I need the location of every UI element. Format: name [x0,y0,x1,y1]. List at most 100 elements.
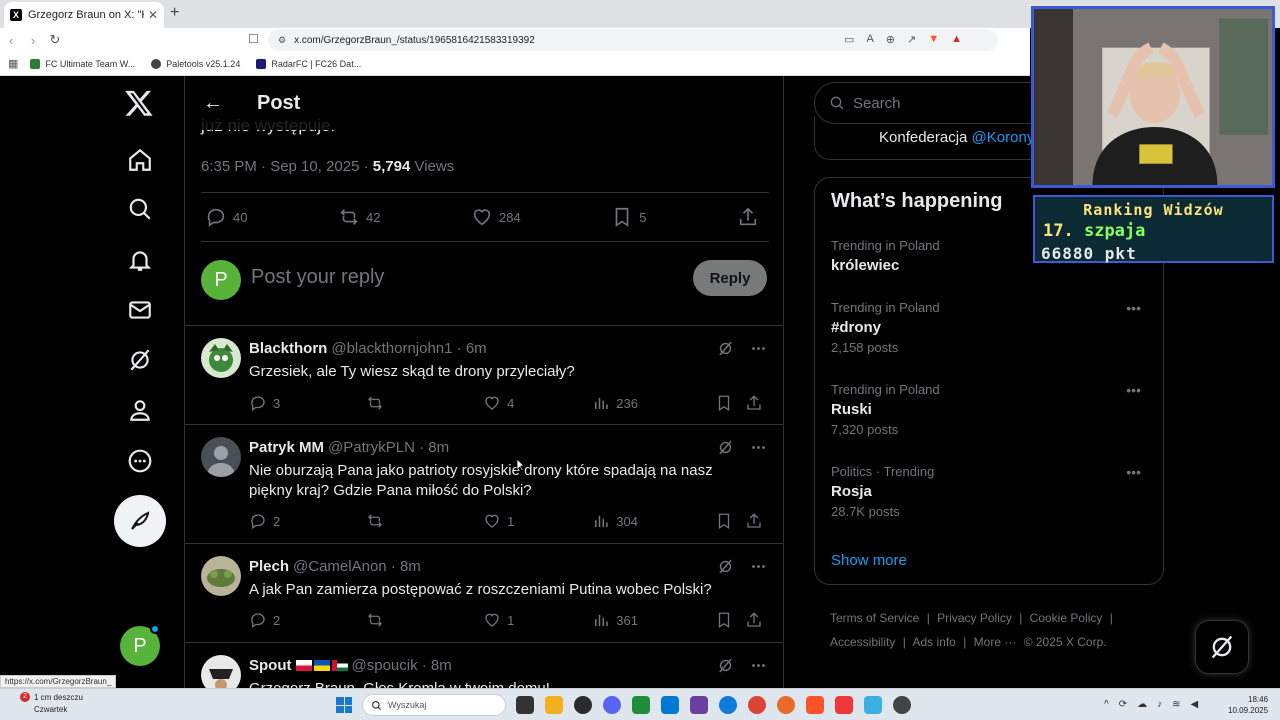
bookmark-item[interactable]: RadarFC | FC26 Dat... [256,58,361,69]
privacy-link[interactable]: Privacy Policy [937,611,1012,625]
nav-home[interactable] [124,144,156,176]
ads-info-link[interactable]: Ads info [913,635,956,649]
handle-time[interactable]: @blackthornjohn1 · 6m [331,340,486,357]
reply-button[interactable]: Reply [693,260,767,296]
like-action[interactable]: 4 [483,394,592,412]
more-icon[interactable]: ••• [1126,382,1141,398]
reply-item[interactable]: Spout @spoucik · 8m Grzegorz Braun. Głos… [185,643,783,688]
repost-stat[interactable]: 42 [338,206,380,228]
handle-time[interactable]: @PatrykPLN · 8m [328,439,449,456]
like-action[interactable]: 1 [483,611,592,629]
volume-icon[interactable]: ◀ [1190,699,1198,710]
share-stat[interactable] [737,206,765,228]
nav-grok[interactable] [124,344,156,376]
trend-item[interactable]: Politics · Trending Rosja 28.7K posts ••… [831,464,1151,519]
grok-icon[interactable] [717,439,734,456]
translate-icon[interactable]: A [866,33,873,46]
task-view-icon[interactable] [516,696,534,714]
mic-icon[interactable]: ♪ [1157,699,1162,710]
app-icon[interactable] [864,696,882,714]
vscode-icon[interactable] [661,696,679,714]
chatgpt-icon[interactable] [574,696,592,714]
reply-action[interactable]: 2 [249,611,366,629]
file-explorer-icon[interactable] [545,696,563,714]
browser-tab[interactable]: X Grzegorz Braun on X: "Kto poch ✕ [4,2,164,28]
chrome-icon[interactable] [748,696,766,714]
clock[interactable]: 18:46 10.09.2025 [1228,694,1268,716]
share-action[interactable] [745,512,769,530]
opera-icon[interactable] [777,696,795,714]
more-icon[interactable]: ••• [1126,300,1141,316]
reply-action[interactable]: 3 [249,394,366,412]
compose-post-button[interactable] [114,495,166,547]
visual-studio-icon[interactable] [690,696,708,714]
cast-icon[interactable]: ▭ [844,33,854,46]
reply-item[interactable]: Blackthorn @blackthornjohn1 · 6m Grzesie… [185,326,783,425]
more-link[interactable]: More ··· [974,635,1017,649]
repost-action[interactable] [366,611,483,629]
reply-item[interactable]: Patryk MM @PatrykPLN · 8m Nie oburzają P… [185,425,783,544]
wifi-icon[interactable]: ≋ [1172,699,1180,710]
more-icon[interactable] [750,558,767,575]
repost-action[interactable] [366,394,483,412]
handle-time[interactable]: @spoucik · 8m [352,657,452,674]
brave-shield-icon[interactable]: ▼ [928,33,939,46]
like-action[interactable]: 1 [483,512,592,530]
obs-icon[interactable] [893,696,911,714]
show-more-link[interactable]: Show more [831,552,907,569]
more-icon[interactable] [750,657,767,674]
bookmark-action[interactable] [715,512,745,530]
reply-stat[interactable]: 40 [205,206,247,228]
display-name[interactable]: Spout [249,657,292,674]
reply-item[interactable]: Plech @CamelAnon · 8m A jak Pan zamierza… [185,544,783,643]
nav-explore[interactable] [124,193,156,225]
like-stat[interactable]: 284 [471,206,521,228]
accessibility-link[interactable]: Accessibility [830,635,895,649]
grok-icon[interactable] [717,558,734,575]
bookmark-action[interactable] [715,611,745,629]
forward-nav-icon[interactable]: › [22,33,44,48]
close-tab-icon[interactable]: ✕ [148,8,158,22]
views-action[interactable]: 304 [592,512,715,530]
taskbar-search[interactable]: Wyszukaj [362,694,506,716]
reply-action[interactable]: 2 [249,512,366,530]
chevron-up-icon[interactable]: ^ [1104,699,1109,710]
nav-profile[interactable] [124,394,156,426]
back-arrow-icon[interactable]: ← [185,92,241,115]
x-logo-icon[interactable] [124,88,156,120]
url-bar[interactable]: ⚙ x.com/GrzegorzBraun_/status/1965816421… [268,29,998,51]
search-input[interactable] [853,94,1053,112]
brave-rewards-icon[interactable]: ▲ [951,33,962,46]
windows-start-icon[interactable] [336,697,352,713]
cookie-link[interactable]: Cookie Policy [1030,611,1103,625]
reply-input[interactable] [251,266,671,289]
bookmark-action[interactable] [715,394,745,412]
vivaldi-icon[interactable] [835,696,853,714]
card-mention-link[interactable]: @Korony [972,129,1035,146]
display-name[interactable]: Patryk MM [249,439,324,456]
avatar[interactable] [201,437,241,477]
new-tab-icon[interactable]: + [170,4,179,22]
more-icon[interactable] [750,439,767,456]
share-icon[interactable]: ↗ [907,33,916,46]
nav-notifications[interactable] [124,244,156,276]
brave-icon[interactable] [806,696,824,714]
site-info-icon[interactable]: ⚙ [278,35,286,46]
avatar[interactable] [201,556,241,596]
grok-icon[interactable] [717,340,734,357]
share-action[interactable] [745,611,769,629]
bookmark-item[interactable]: FC Ultimate Team W... [30,58,135,69]
views-action[interactable]: 361 [592,611,715,629]
trend-item[interactable]: Trending in Poland #drony 2,158 posts ••… [831,300,1151,355]
zoom-icon[interactable]: ⊕ [886,33,895,46]
discord-icon[interactable] [603,696,621,714]
cloud-icon[interactable]: ☁ [1137,699,1147,710]
share-action[interactable] [745,394,769,412]
avatar[interactable] [201,338,241,378]
grok-icon[interactable] [717,657,734,674]
avatar[interactable] [201,655,241,688]
edge-icon[interactable] [719,696,737,714]
sync-icon[interactable]: ⟳ [1119,699,1127,710]
more-icon[interactable]: ••• [1126,464,1141,480]
bookmark-page-icon[interactable]: ☐ [248,32,259,46]
